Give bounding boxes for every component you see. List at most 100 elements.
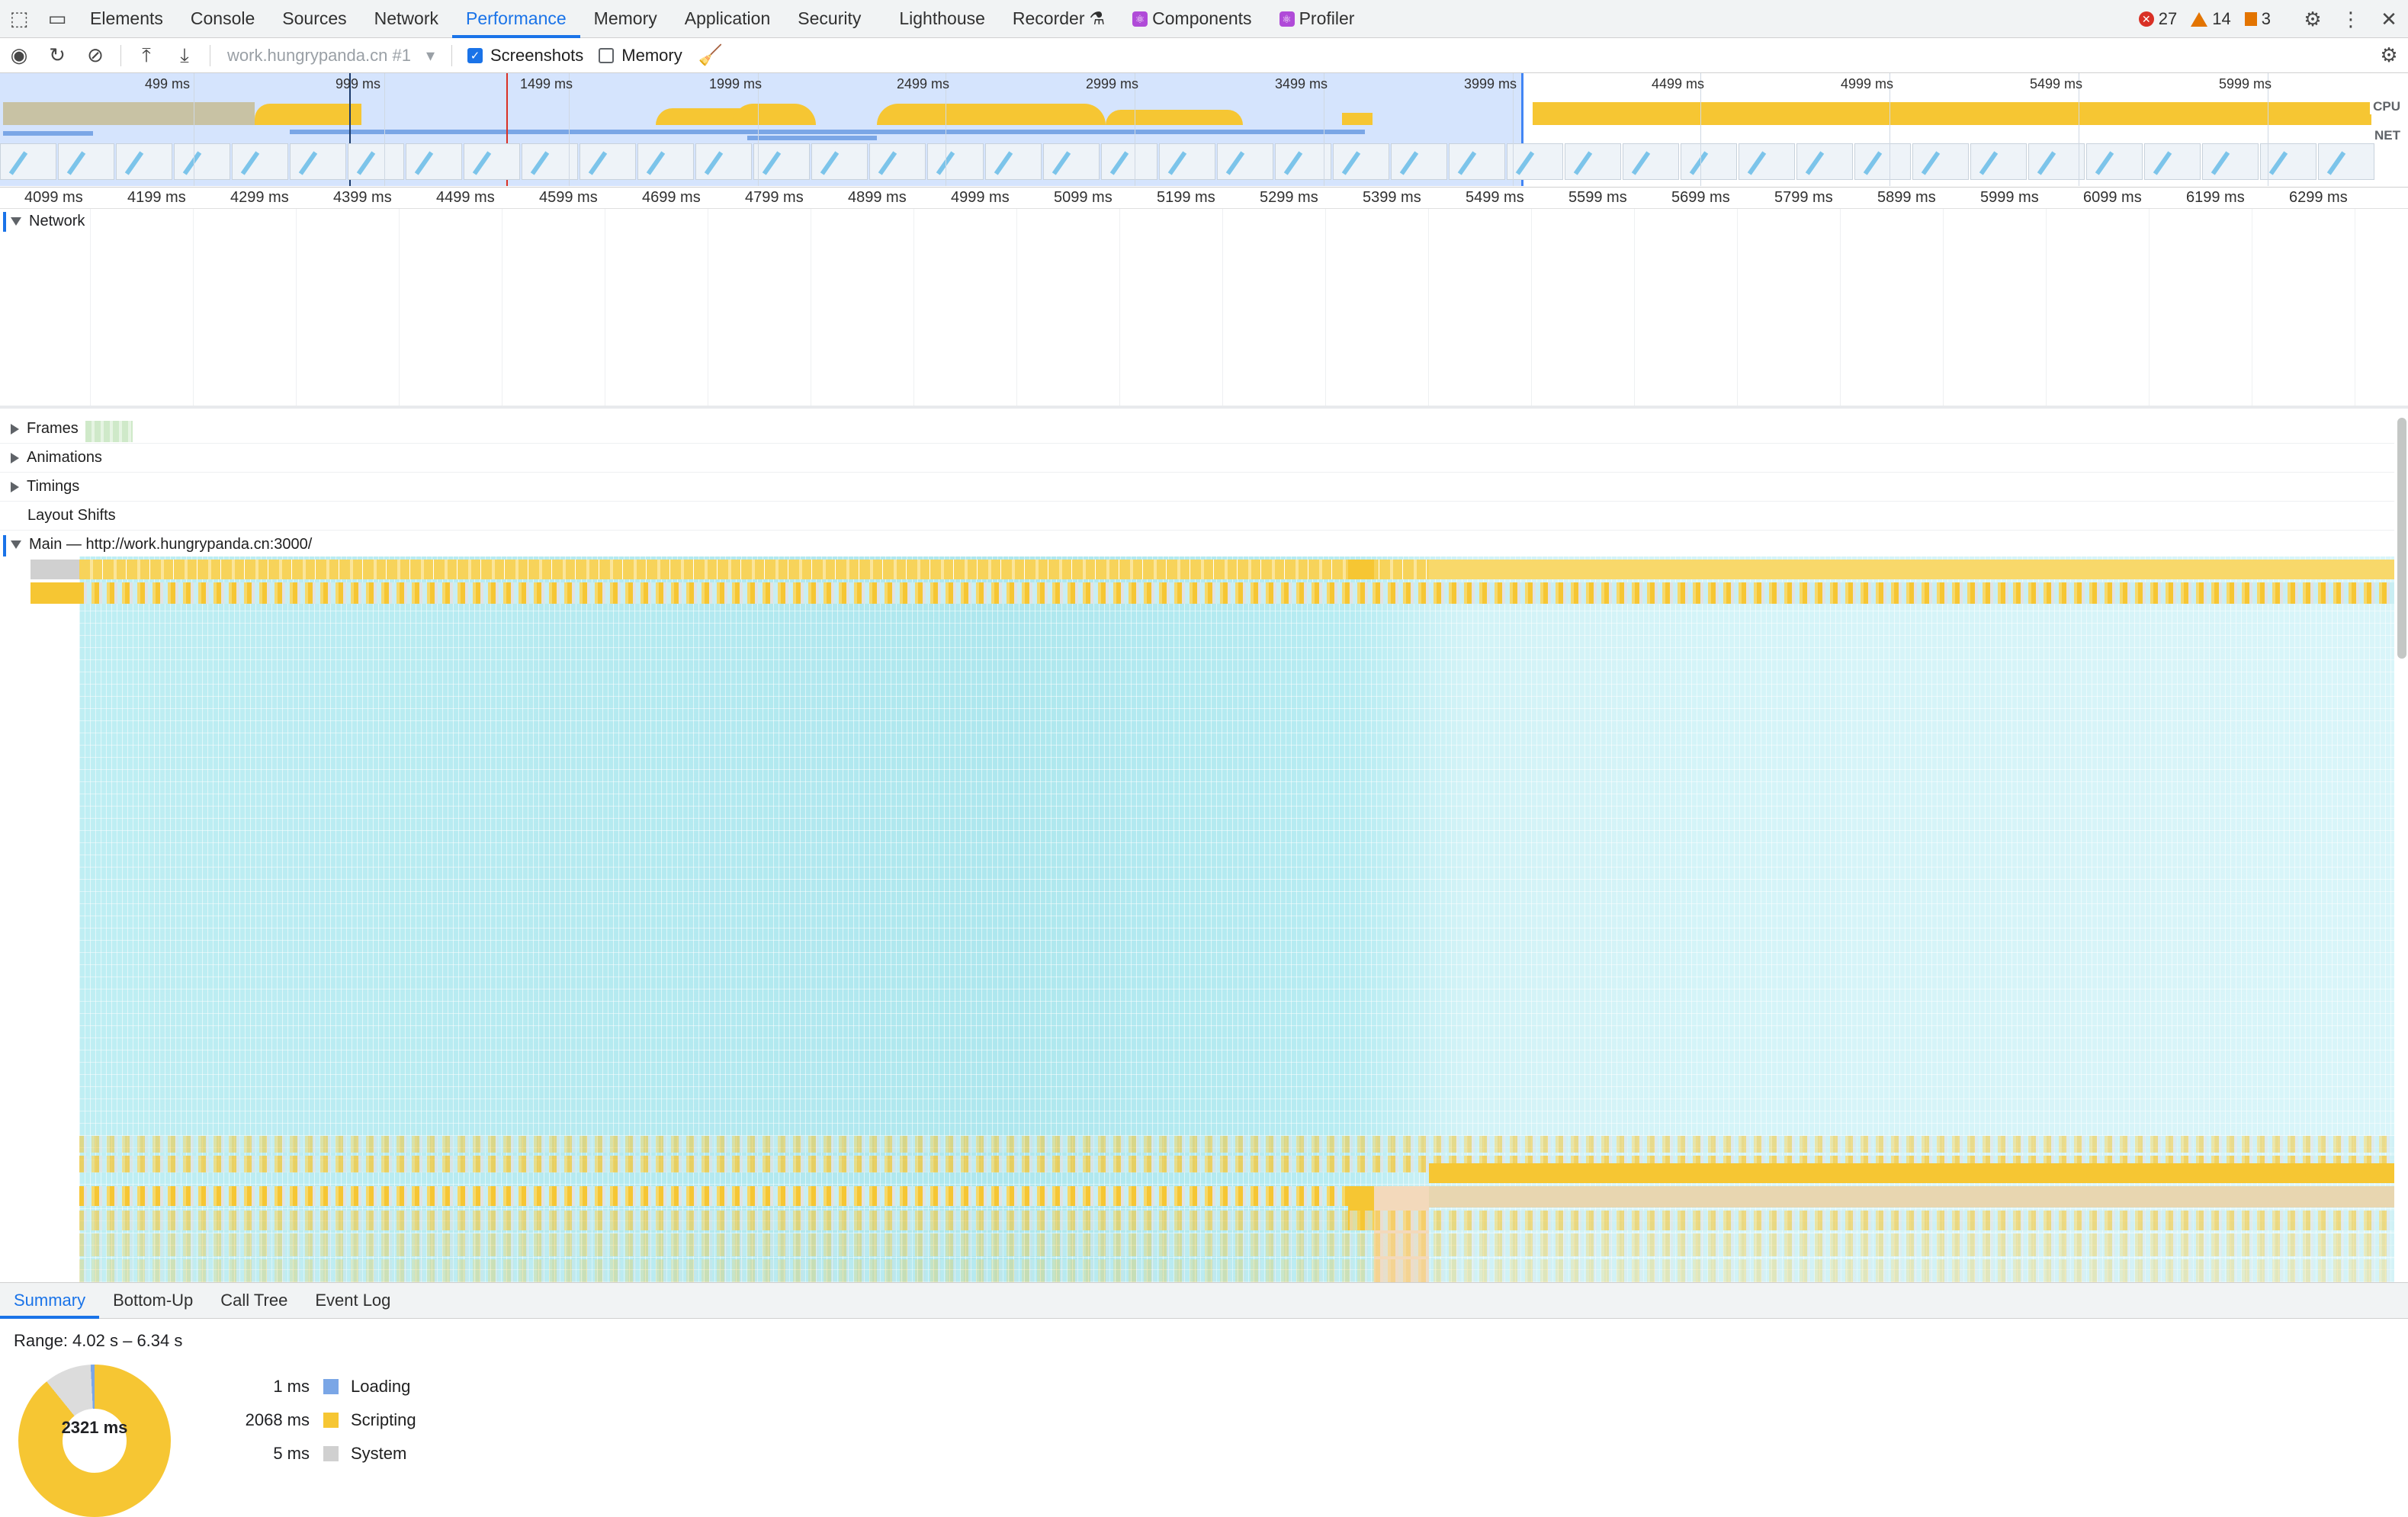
upload-icon[interactable]: ⤒	[127, 38, 165, 73]
screenshot-thumbnail[interactable]	[869, 143, 926, 180]
screenshot-thumbnail[interactable]	[2318, 143, 2374, 180]
tab-performance[interactable]: Performance	[452, 0, 580, 38]
screenshot-thumbnail[interactable]	[580, 143, 636, 180]
screenshot-thumbnail[interactable]	[2202, 143, 2259, 180]
close-icon[interactable]: ✕	[2370, 0, 2408, 38]
screenshot-thumbnail[interactable]	[2086, 143, 2143, 180]
tab-profiler[interactable]: ⚛ Profiler	[1266, 0, 1369, 38]
screenshot-thumbnail[interactable]	[232, 143, 288, 180]
reload-record-icon[interactable]: ↻	[38, 38, 76, 73]
screenshot-thumbnail[interactable]	[1739, 143, 1795, 180]
flame-row-deep[interactable]	[79, 1136, 2394, 1153]
timings-track[interactable]: Timings	[0, 473, 2394, 502]
screenshots-checkbox[interactable]: ✓	[467, 47, 483, 63]
screenshot-thumbnail[interactable]	[985, 143, 1042, 180]
memory-checkbox[interactable]	[599, 47, 615, 63]
tab-call-tree[interactable]: Call Tree	[207, 1282, 301, 1319]
tab-lighthouse[interactable]: Lighthouse	[885, 0, 999, 38]
tab-sources[interactable]: Sources	[268, 0, 360, 38]
screenshot-thumbnail[interactable]	[1333, 143, 1389, 180]
frames-track[interactable]: Frames	[0, 415, 2394, 444]
flame-event[interactable]	[1429, 1186, 2394, 1208]
screenshot-thumbnail[interactable]	[1101, 143, 1157, 180]
screenshot-thumbnail[interactable]	[174, 143, 230, 180]
screenshot-thumbnail[interactable]	[1159, 143, 1215, 180]
tab-console[interactable]: Console	[177, 0, 268, 38]
screenshot-thumbnail[interactable]	[464, 143, 520, 180]
screenshot-thumbnail[interactable]	[811, 143, 868, 180]
screenshot-thumbnail[interactable]	[637, 143, 694, 180]
tab-components-label: Components	[1152, 8, 1252, 28]
issues-badge[interactable]: 3	[2244, 9, 2271, 29]
settings-gear-icon[interactable]: ⚙	[2294, 0, 2332, 38]
tab-security[interactable]: Security	[784, 0, 875, 38]
timeline-overview[interactable]: 499 ms 999 ms 1499 ms 1999 ms 2499 ms 2999 ms…	[0, 73, 2408, 188]
screenshot-thumbnail[interactable]	[1391, 143, 1447, 180]
tab-event-log[interactable]: Event Log	[301, 1282, 404, 1319]
inspect-element-icon[interactable]: ⬚	[0, 0, 38, 38]
screenshot-thumbnail[interactable]	[1507, 143, 1563, 180]
errors-badge[interactable]: ✕ 27	[2138, 9, 2177, 29]
garbage-collect-icon[interactable]: 🧹	[692, 38, 730, 73]
flame-event[interactable]	[31, 582, 79, 604]
main-flame-chart[interactable]	[0, 556, 2394, 1282]
screenshot-thumbnail[interactable]	[2028, 143, 2085, 180]
flame-event[interactable]	[1429, 1163, 2394, 1183]
tab-application[interactable]: Application	[671, 0, 785, 38]
dropdown-arrow-icon: ▾	[425, 45, 435, 65]
screenshot-thumbnail[interactable]	[116, 143, 172, 180]
screenshot-thumbnail[interactable]	[2144, 143, 2201, 180]
screenshot-thumbnail[interactable]	[1565, 143, 1621, 180]
clear-icon[interactable]: ⊘	[76, 38, 114, 73]
screenshot-thumbnail[interactable]	[2260, 143, 2316, 180]
warnings-badge[interactable]: 14	[2191, 9, 2231, 29]
more-menu-icon[interactable]: ⋮	[2332, 0, 2370, 38]
capture-settings-icon[interactable]: ⚙	[2370, 38, 2408, 73]
flame-event[interactable]	[1429, 560, 2394, 579]
tab-components[interactable]: ⚛ Components	[1119, 0, 1265, 38]
tab-recorder[interactable]: Recorder ⚗	[999, 0, 1119, 38]
screenshot-strip[interactable]	[0, 143, 2408, 183]
screenshot-thumbnail[interactable]	[406, 143, 462, 180]
screenshot-thumbnail[interactable]	[1854, 143, 1911, 180]
screenshot-thumbnail[interactable]	[0, 143, 56, 180]
screenshot-thumbnail[interactable]	[1449, 143, 1505, 180]
screenshot-thumbnail[interactable]	[1275, 143, 1331, 180]
screenshot-thumbnail[interactable]	[1043, 143, 1100, 180]
device-toolbar-icon[interactable]: ▭	[38, 0, 76, 38]
gridline	[1325, 209, 1326, 406]
tab-memory[interactable]: Memory	[580, 0, 671, 38]
flame-scrollbar[interactable]	[2397, 418, 2406, 659]
flame-event[interactable]	[31, 560, 79, 579]
flame-event[interactable]	[1348, 560, 1374, 579]
profile-select[interactable]: work.hungrypanda.cn #1 ▾	[217, 46, 445, 66]
screenshot-thumbnail[interactable]	[1970, 143, 2027, 180]
screenshot-thumbnail[interactable]	[753, 143, 810, 180]
tab-elements[interactable]: Elements	[76, 0, 177, 38]
tab-bottom-up[interactable]: Bottom-Up	[99, 1282, 207, 1319]
screenshot-thumbnail[interactable]	[1912, 143, 1969, 180]
screenshot-thumbnail[interactable]	[1681, 143, 1737, 180]
screenshot-thumbnail[interactable]	[695, 143, 752, 180]
animations-track[interactable]: Animations	[0, 444, 2394, 473]
screenshot-thumbnail[interactable]	[927, 143, 984, 180]
tab-summary[interactable]: Summary	[0, 1282, 100, 1319]
flame-row-calls[interactable]	[79, 582, 2394, 604]
screenshot-thumbnail[interactable]	[290, 143, 346, 180]
screenshot-thumbnail[interactable]	[1796, 143, 1853, 180]
flame-row-deep[interactable]	[79, 1211, 2394, 1230]
screenshot-thumbnail[interactable]	[58, 143, 114, 180]
main-thread-header[interactable]: Main — http://work.hungrypanda.cn:3000/	[0, 531, 2394, 560]
record-icon[interactable]: ◉	[0, 38, 38, 73]
network-track-header[interactable]: Network	[0, 209, 85, 233]
screenshot-thumbnail[interactable]	[348, 143, 404, 180]
gridline	[296, 209, 297, 406]
flame-row-deep[interactable]	[79, 1233, 2394, 1256]
screenshot-thumbnail[interactable]	[1623, 143, 1679, 180]
tab-network[interactable]: Network	[361, 0, 452, 38]
screenshot-thumbnail[interactable]	[1217, 143, 1273, 180]
layout-shifts-track[interactable]: Layout Shifts	[0, 502, 2394, 531]
ruler-tick-label: 5399 ms	[1363, 189, 1421, 206]
download-icon[interactable]: ⤓	[165, 38, 204, 73]
flame-row-deep[interactable]	[79, 1259, 2394, 1282]
